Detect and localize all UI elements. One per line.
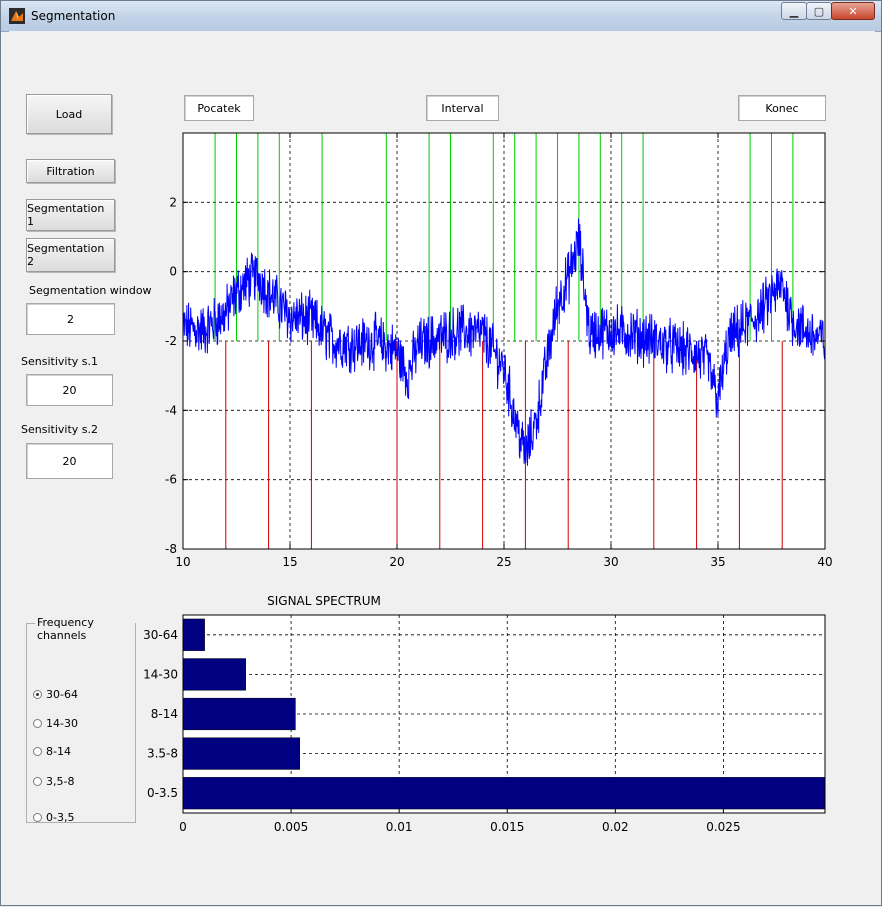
radio-label: 8-14 — [46, 744, 71, 758]
matlab-icon — [9, 8, 25, 24]
radio-indicator[interactable] — [33, 718, 42, 728]
segmentation-1-button[interactable]: Segmentation 1 — [26, 199, 115, 231]
pocatek-box[interactable]: Pocatek — [184, 95, 254, 121]
load-button[interactable]: Load — [26, 94, 112, 134]
radio-label: 0-3,5 — [46, 810, 75, 824]
freq-radio-4[interactable]: 0-3,5 — [33, 810, 74, 824]
sensitivity-1-input[interactable]: 20 — [26, 374, 113, 406]
figure-area: Load Filtration Segmentation 1 Segmentat… — [9, 31, 875, 899]
radio-indicator[interactable] — [33, 689, 42, 699]
radio-label: 3,5-8 — [46, 774, 75, 788]
frequency-channels-title: Frequency channels — [35, 616, 135, 642]
window-title: Segmentation — [31, 9, 116, 23]
radio-indicator[interactable] — [33, 746, 42, 756]
radio-indicator[interactable] — [33, 776, 42, 786]
radio-label: 30-64 — [46, 687, 78, 701]
radio-label: 14-30 — [46, 716, 78, 730]
freq-radio-0[interactable]: 30-64 — [33, 687, 78, 701]
interval-box[interactable]: Interval — [426, 95, 499, 121]
segmentation-2-button[interactable]: Segmentation 2 — [26, 238, 115, 272]
freq-radio-3[interactable]: 3,5-8 — [33, 774, 74, 788]
minimize-icon: ▁ — [789, 4, 799, 18]
close-icon: ✕ — [848, 4, 858, 18]
freq-radio-1[interactable]: 14-30 — [33, 716, 78, 730]
segmentation-window-label: Segmentation window — [29, 284, 152, 297]
konec-box[interactable]: Konec — [738, 95, 826, 121]
frequency-channels-group: Frequency channels 30-64 14-30 8-14 3,5-8 0-… — [26, 616, 136, 824]
radio-indicator[interactable] — [33, 812, 42, 822]
close-button[interactable]: ✕ — [831, 2, 875, 20]
freq-radio-2[interactable]: 8-14 — [33, 744, 71, 758]
sensitivity-1-label: Sensitivity s.1 — [21, 355, 98, 368]
minimize-button[interactable]: ▁ — [781, 2, 807, 20]
title-bar[interactable]: Segmentation ▁ ▢ ✕ — [1, 1, 881, 32]
sensitivity-2-input[interactable]: 20 — [26, 443, 113, 479]
filtration-button[interactable]: Filtration — [26, 159, 115, 183]
segmentation-window-input[interactable]: 2 — [26, 303, 115, 335]
sensitivity-2-label: Sensitivity s.2 — [21, 423, 98, 436]
application-window: Segmentation ▁ ▢ ✕ Load Filtration Segme… — [0, 0, 882, 906]
maximize-icon: ▢ — [813, 4, 825, 18]
maximize-button[interactable]: ▢ — [806, 2, 832, 20]
